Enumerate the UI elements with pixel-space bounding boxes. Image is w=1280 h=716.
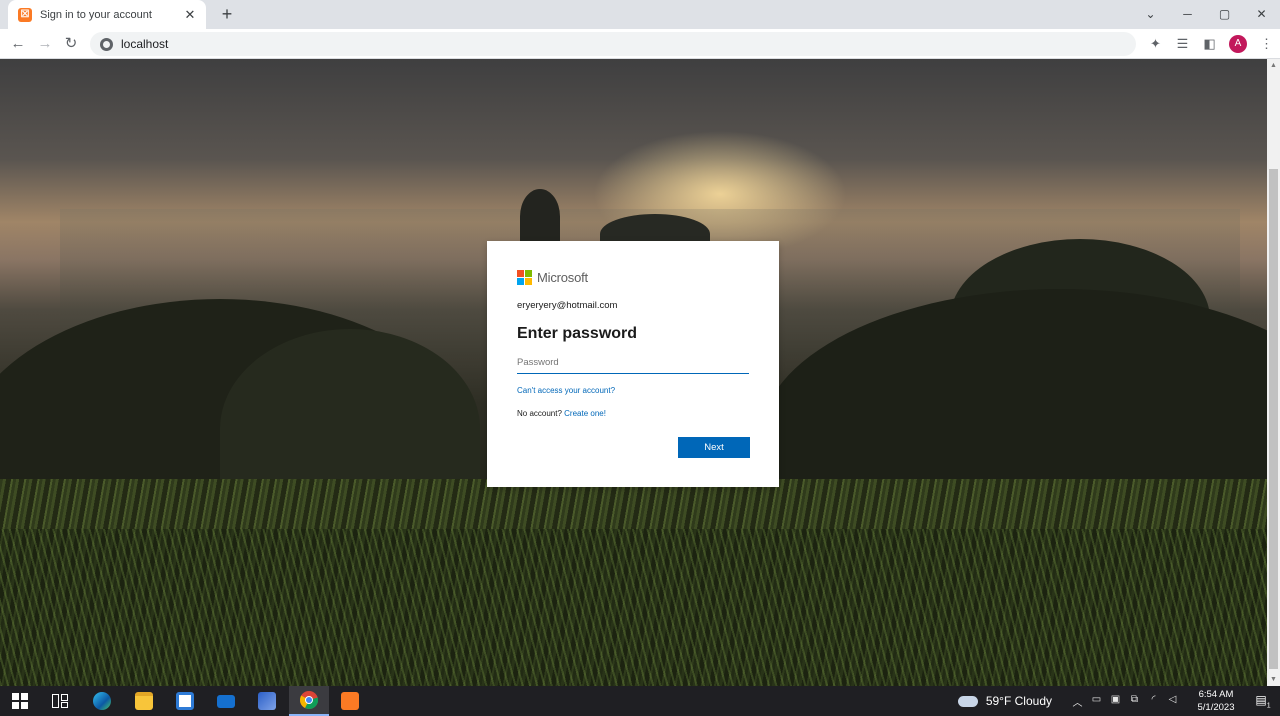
- site-info-icon[interactable]: [100, 37, 113, 51]
- maximize-icon[interactable]: ▢: [1206, 0, 1243, 29]
- weather-text[interactable]: 59°F Cloudy: [986, 694, 1052, 708]
- security-icon[interactable]: [247, 686, 287, 716]
- tray-icons: ︿ ▭ ▣ ⧉ ◜ ◁: [1068, 694, 1182, 709]
- cloud-icon: [957, 695, 978, 707]
- microsoft-logo-icon: [517, 270, 532, 285]
- brand-name: Microsoft: [537, 270, 588, 285]
- tab-strip: ☒ Sign in to your account ✕ + ⌄ ─ ▢ ✕: [0, 0, 1280, 29]
- clock[interactable]: 6:54 AM 5/1/2023: [1186, 688, 1246, 714]
- scroll-up-icon[interactable]: ▲: [1267, 59, 1280, 72]
- side-panel-icon[interactable]: ◧: [1196, 36, 1223, 52]
- background-peak: [520, 189, 560, 244]
- clock-time: 6:54 AM: [1198, 689, 1234, 700]
- password-input[interactable]: [517, 352, 749, 374]
- cant-access-link[interactable]: Can't access your account?: [517, 386, 749, 395]
- meet-now-icon[interactable]: ▣: [1106, 694, 1125, 709]
- tab-title: Sign in to your account: [40, 8, 152, 21]
- wifi-icon[interactable]: ◜: [1144, 694, 1163, 709]
- xampp-icon[interactable]: [330, 686, 370, 716]
- menu-icon[interactable]: ⋮: [1253, 36, 1280, 52]
- next-button[interactable]: Next: [678, 437, 750, 458]
- background-grass: [0, 529, 1267, 686]
- windows-start-icon[interactable]: [0, 686, 40, 716]
- address-bar[interactable]: localhost: [90, 32, 1136, 56]
- file-explorer-icon[interactable]: [124, 686, 164, 716]
- close-tab-icon[interactable]: ✕: [182, 7, 198, 23]
- signin-card: Microsoft eryeryery@hotmail.com Enter pa…: [487, 241, 779, 487]
- scroll-down-icon[interactable]: ▼: [1267, 673, 1280, 686]
- account-identity: eryeryery@hotmail.com: [517, 300, 618, 311]
- mail-icon[interactable]: [206, 686, 246, 716]
- forward-icon[interactable]: →: [35, 34, 55, 54]
- page-title: Enter password: [517, 325, 638, 342]
- create-account-link[interactable]: Create one!: [564, 409, 606, 418]
- profile-avatar[interactable]: A: [1229, 35, 1247, 53]
- edge-icon[interactable]: [82, 686, 122, 716]
- reload-icon[interactable]: ↻: [61, 34, 81, 54]
- taskbar: 59°F Cloudy ︿ ▭ ▣ ⧉ ◜ ◁ 6:54 AM 5/1/2023…: [0, 686, 1280, 716]
- page-scrollbar[interactable]: ▲ ▼: [1267, 59, 1280, 686]
- url-text: localhost: [121, 37, 169, 51]
- scroll-thumb[interactable]: [1269, 169, 1278, 669]
- window-close-icon[interactable]: ✕: [1243, 0, 1280, 29]
- tab-search-icon[interactable]: ⌄: [1132, 0, 1169, 29]
- no-account-label: No account?: [517, 409, 562, 418]
- browser-toolbar: ← → ↻ localhost ✦ ☰ ◧ A ⋮: [0, 29, 1280, 59]
- system-tray: 59°F Cloudy ︿ ▭ ▣ ⧉ ◜ ◁ 6:54 AM 5/1/2023…: [957, 686, 1280, 716]
- notification-count: 1: [1266, 702, 1271, 710]
- back-icon[interactable]: ←: [8, 34, 28, 54]
- notification-center-icon[interactable]: ▤1: [1246, 693, 1280, 709]
- no-account-row: No account? Create one!: [517, 409, 749, 418]
- chevron-up-icon[interactable]: ︿: [1068, 694, 1087, 709]
- battery-icon[interactable]: ▭: [1087, 694, 1106, 709]
- microsoft-logo: Microsoft: [517, 270, 749, 285]
- device-icon[interactable]: ⧉: [1125, 694, 1144, 709]
- store-icon[interactable]: [165, 686, 205, 716]
- browser-tab[interactable]: ☒ Sign in to your account ✕: [8, 0, 206, 29]
- task-view-icon[interactable]: [40, 686, 80, 716]
- new-tab-button[interactable]: +: [216, 3, 238, 25]
- chrome-icon[interactable]: [289, 686, 329, 716]
- xampp-icon: ☒: [18, 7, 32, 22]
- clock-date: 5/1/2023: [1197, 702, 1235, 713]
- toolbar-actions: ✦ ☰ ◧ A ⋮: [1142, 29, 1280, 59]
- minimize-icon[interactable]: ─: [1169, 0, 1206, 29]
- volume-icon[interactable]: ◁: [1163, 694, 1182, 709]
- reading-list-icon[interactable]: ☰: [1169, 36, 1196, 52]
- extensions-icon[interactable]: ✦: [1142, 36, 1169, 52]
- window-controls: ⌄ ─ ▢ ✕: [1132, 0, 1280, 29]
